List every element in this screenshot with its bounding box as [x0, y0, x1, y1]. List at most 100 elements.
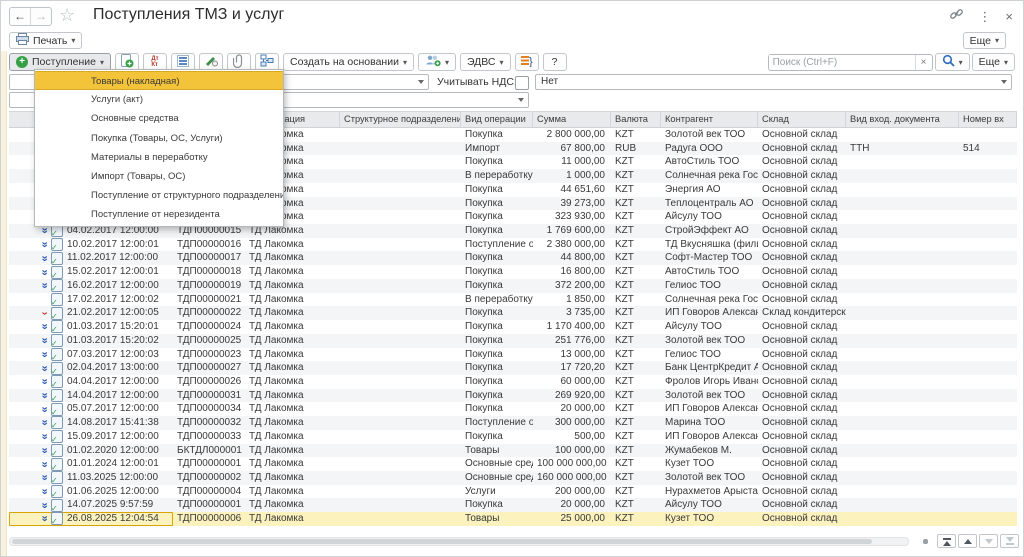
cell-cur: KZT: [611, 210, 661, 224]
table-row[interactable]: »01.06.2025 12:00:00ТДП00000004ТД Лакомк…: [9, 485, 1017, 499]
column-header-wh[interactable]: Склад: [758, 112, 846, 127]
column-header-dn[interactable]: Номер вх: [959, 112, 1017, 127]
menu-item[interactable]: Материалы в переработку: [35, 148, 283, 167]
horizontal-scrollbar[interactable]: [9, 537, 909, 546]
kebab-menu-icon[interactable]: ⋮: [978, 9, 991, 25]
cell-op: В переработку: [461, 169, 533, 183]
new-receipt-dropdown-menu: Товары (накладная)Услуги (акт)Основные с…: [34, 69, 284, 227]
table-row[interactable]: »01.01.2024 12:00:01ТДП00000001ТД Лакомк…: [9, 457, 1017, 471]
cell-sum: 2 380 000,00: [533, 238, 611, 252]
go-down-button[interactable]: [979, 534, 998, 548]
column-header-contr[interactable]: Контрагент: [661, 112, 758, 127]
cell-struct: [340, 430, 461, 444]
chevron-down-icon: ▾: [445, 58, 449, 67]
cell-wh: Основной склад: [758, 375, 846, 389]
column-header-cur[interactable]: Валюта: [611, 112, 661, 127]
cell-cur: KZT: [611, 402, 661, 416]
table-row[interactable]: »10.02.2017 12:00:01ТДП00000016ТД Лакомк…: [9, 238, 1017, 252]
go-to-bottom-button[interactable]: [1000, 534, 1019, 548]
document-icon: [51, 485, 63, 498]
column-header-struct[interactable]: Структурное подразделение: [340, 112, 461, 127]
go-up-button[interactable]: [958, 534, 977, 548]
cell-org: ТД Лакомка: [245, 444, 340, 458]
cell-dt: [846, 498, 959, 512]
cell-wh: Основной склад: [758, 361, 846, 375]
table-row[interactable]: 17.02.2017 12:00:02ТДП00000021ТД Лакомка…: [9, 293, 1017, 307]
cell-date: »15.02.2017 12:00:01: [9, 265, 173, 279]
table-row[interactable]: ›21.02.2017 12:00:05ТДП00000022ТД Лакомк…: [9, 306, 1017, 320]
vat-value-combo[interactable]: Нет: [535, 74, 1012, 90]
column-header-op[interactable]: Вид операции: [461, 112, 533, 127]
status-posted-icon: »: [39, 485, 50, 499]
edvs-button[interactable]: ЭДВС ▾: [460, 53, 511, 71]
cell-struct: [340, 389, 461, 403]
cell-sum: 20 000,00: [533, 498, 611, 512]
table-row[interactable]: »11.03.2025 12:00:00ТДП00000002ТД Лакомк…: [9, 471, 1017, 485]
export-button[interactable]: }: [515, 53, 539, 71]
table-row[interactable]: »01.02.2020 12:00:00БКТДЛ000001ТД Лакомк…: [9, 444, 1017, 458]
link-icon[interactable]: [949, 7, 964, 26]
counterparty-check-button[interactable]: ▾: [418, 53, 456, 71]
cell-op: Покупка: [461, 251, 533, 265]
cell-wh: Основной склад: [758, 389, 846, 403]
table-row[interactable]: »02.04.2017 13:00:00ТДП00000027ТД Лакомк…: [9, 361, 1017, 375]
cell-wh: Основной склад: [758, 169, 846, 183]
menu-item[interactable]: Покупка (Товары, ОС, Услуги): [35, 129, 283, 148]
printer-icon: [16, 33, 29, 48]
search-input[interactable]: [769, 55, 915, 69]
search-button[interactable]: ▾: [935, 53, 970, 71]
cell-wh: Основной склад: [758, 444, 846, 458]
cell-contr: Айсулу ТОО: [661, 498, 758, 512]
table-row[interactable]: »14.08.2017 15:41:38ТДП00000032ТД Лакомк…: [9, 416, 1017, 430]
table-row[interactable]: »07.03.2017 12:00:03ТДП00000023ТД Лакомк…: [9, 348, 1017, 362]
cell-cur: KZT: [611, 238, 661, 252]
menu-item[interactable]: Импорт (Товары, ОС): [35, 167, 283, 186]
clear-search-icon[interactable]: ×: [915, 55, 932, 70]
date-text: 01.06.2025 12:00:00: [67, 485, 159, 499]
document-icon: [51, 416, 63, 429]
cell-cur: KZT: [611, 306, 661, 320]
svg-text:}: }: [529, 56, 533, 67]
go-to-top-button[interactable]: [937, 534, 956, 548]
menu-item[interactable]: Основные средства: [35, 109, 283, 128]
form-more-button[interactable]: Еще ▾: [963, 32, 1006, 49]
menu-item[interactable]: Услуги (акт): [35, 90, 283, 109]
close-icon[interactable]: ×: [1005, 9, 1013, 24]
table-row[interactable]: »04.04.2017 12:00:00ТДП00000026ТД Лакомк…: [9, 375, 1017, 389]
table-row[interactable]: »15.02.2017 12:00:01ТДП00000018ТД Лакомк…: [9, 265, 1017, 279]
vat-checkbox[interactable]: [515, 76, 529, 90]
create-based-button[interactable]: Создать на основании ▾: [283, 53, 414, 71]
menu-item[interactable]: Товары (накладная): [35, 71, 283, 90]
scrollbar-splitter-dot[interactable]: [923, 539, 928, 544]
favorite-star-icon[interactable]: ☆: [59, 5, 75, 26]
table-row[interactable]: »14.07.2025 9:57:59ТДП00000001ТД Лакомка…: [9, 498, 1017, 512]
table-row[interactable]: »16.02.2017 12:00:00ТДП00000019ТД Лакомк…: [9, 279, 1017, 293]
cell-dt: [846, 512, 959, 526]
cell-num: ТДП00000001: [173, 498, 245, 512]
help-button[interactable]: ?: [543, 53, 567, 71]
status-posted-icon: »: [39, 430, 50, 444]
column-header-sum[interactable]: Сумма: [533, 112, 611, 127]
table-row[interactable]: »01.03.2017 15:20:01ТДП00000024ТД Лакомк…: [9, 320, 1017, 334]
table-row[interactable]: »15.09.2017 12:00:00ТДП00000033ТД Лакомк…: [9, 430, 1017, 444]
list-more-button[interactable]: Еще ▾: [972, 53, 1015, 71]
menu-item[interactable]: Поступление от структурного подразделени…: [35, 186, 283, 205]
scrollbar-thumb[interactable]: [12, 539, 872, 544]
column-header-dt[interactable]: Вид вход. документа: [846, 112, 959, 127]
forward-button[interactable]: →: [31, 8, 51, 25]
table-row[interactable]: »01.03.2017 15:20:02ТДП00000025ТД Лакомк…: [9, 334, 1017, 348]
date-text: 05.07.2017 12:00:00: [67, 402, 159, 416]
cell-date: »15.09.2017 12:00:00: [9, 430, 173, 444]
cell-date: »10.02.2017 12:00:01: [9, 238, 173, 252]
cell-cur: KZT: [611, 430, 661, 444]
cell-op: Покупка: [461, 498, 533, 512]
table-row[interactable]: »26.08.2025 12:04:54ТДП00000006ТД Лакомк…: [9, 512, 1017, 526]
table-row[interactable]: »11.02.2017 12:00:00ТДП00000017ТД Лакомк…: [9, 251, 1017, 265]
table-row[interactable]: »14.04.2017 12:00:00ТДП00000031ТД Лакомк…: [9, 389, 1017, 403]
cell-org: ТД Лакомка: [245, 402, 340, 416]
print-button[interactable]: Печать ▾: [9, 32, 82, 49]
table-row[interactable]: »05.07.2017 12:00:00ТДП00000034ТД Лакомк…: [9, 402, 1017, 416]
menu-item[interactable]: Поступление от нерезидента: [35, 205, 283, 224]
document-icon: [51, 444, 63, 457]
back-button[interactable]: ←: [10, 8, 31, 25]
